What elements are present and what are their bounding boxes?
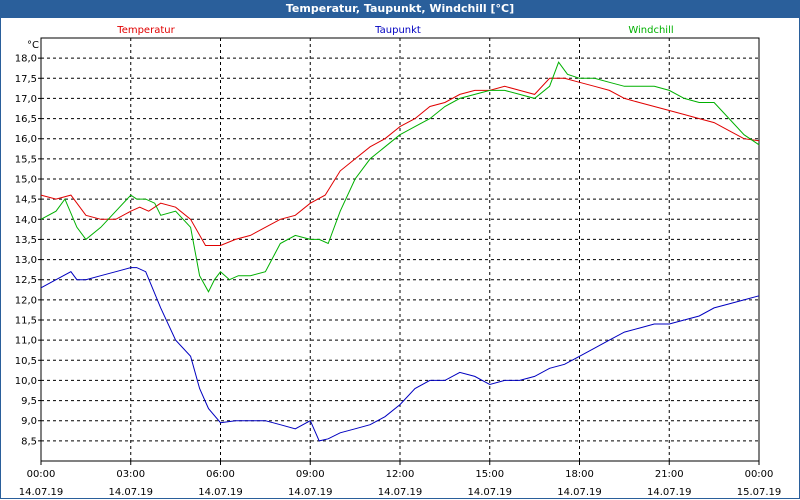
x-tick-time-label: 15:00 bbox=[475, 469, 504, 480]
x-tick-time-label: 00:00 bbox=[27, 469, 56, 480]
x-tick-date-label: 14.07.19 bbox=[198, 487, 243, 498]
chart-frame: 8,5 9,0 9,5 10,0 10,5 11,0 11,5 12,0 12,5 13,0 13,… bbox=[0, 18, 800, 499]
x-tick-time-label: 12:00 bbox=[386, 469, 415, 480]
x-tick-time-label: 18:00 bbox=[565, 469, 594, 480]
y-tick-label: 9,5 bbox=[21, 396, 37, 407]
legend-item-taupunkt: Taupunkt bbox=[374, 25, 421, 36]
y-tick-label: 13,5 bbox=[15, 235, 37, 246]
y-tick-label: 14,5 bbox=[15, 195, 37, 206]
x-tick-date-label: 14.07.19 bbox=[467, 487, 512, 498]
y-tick-label: 12,0 bbox=[15, 295, 37, 306]
x-tick-time-label: 03:00 bbox=[116, 469, 145, 480]
y-tick-label: 15,0 bbox=[15, 175, 37, 186]
chart-window-title: Temperatur, Taupunkt, Windchill [°C] bbox=[0, 0, 800, 18]
y-tick-label: 10,5 bbox=[15, 356, 37, 367]
y-tick-label: 8,5 bbox=[21, 436, 37, 447]
legend-item-temperatur: Temperatur bbox=[116, 25, 175, 36]
y-tick-label: 11,5 bbox=[15, 316, 37, 327]
y-tick-label: 18,0 bbox=[15, 54, 37, 65]
chart-svg: 8,5 9,0 9,5 10,0 10,5 11,0 11,5 12,0 12,5 13,0 13,… bbox=[15, 25, 782, 498]
y-tick-label: 17,0 bbox=[15, 94, 37, 105]
y-axis-unit: °C bbox=[27, 40, 39, 51]
x-tick-date-label: 15.07.19 bbox=[737, 487, 782, 498]
y-tick-label: 15,5 bbox=[15, 154, 37, 165]
y-tick-label: 16,0 bbox=[15, 134, 37, 145]
legend: Temperatur Taupunkt Windchill bbox=[116, 25, 673, 36]
y-tick-label: 17,5 bbox=[15, 74, 37, 85]
y-tick-label: 10,0 bbox=[15, 376, 37, 387]
y-tick-label: 9,0 bbox=[21, 416, 37, 427]
y-tick-label: 12,5 bbox=[15, 275, 37, 286]
x-tick-date-label: 14.07.19 bbox=[108, 487, 153, 498]
y-tick-label: 14,0 bbox=[15, 215, 37, 226]
x-tick-date-label: 14.07.19 bbox=[647, 487, 692, 498]
x-tick-date-label: 14.07.19 bbox=[19, 487, 64, 498]
y-tick-label: 13,0 bbox=[15, 255, 37, 266]
y-axis: 8,5 9,0 9,5 10,0 10,5 11,0 11,5 12,0 12,5 13,0 13,… bbox=[15, 54, 41, 447]
x-tick-time-label: 21:00 bbox=[655, 469, 684, 480]
x-axis: 00:00 14.07.19 03:00 14.07.19 06:00 14.07.19 0… bbox=[19, 461, 782, 498]
x-tick-date-label: 14.07.19 bbox=[288, 487, 333, 498]
x-tick-date-label: 14.07.19 bbox=[378, 487, 423, 498]
y-tick-label: 11,0 bbox=[15, 336, 37, 347]
y-tick-label: 16,5 bbox=[15, 114, 37, 125]
x-tick-time-label: 09:00 bbox=[296, 469, 325, 480]
legend-item-windchill: Windchill bbox=[628, 25, 673, 36]
x-tick-time-label: 06:00 bbox=[206, 469, 235, 480]
x-tick-date-label: 14.07.19 bbox=[557, 487, 602, 498]
x-tick-time-label: 00:00 bbox=[745, 469, 774, 480]
